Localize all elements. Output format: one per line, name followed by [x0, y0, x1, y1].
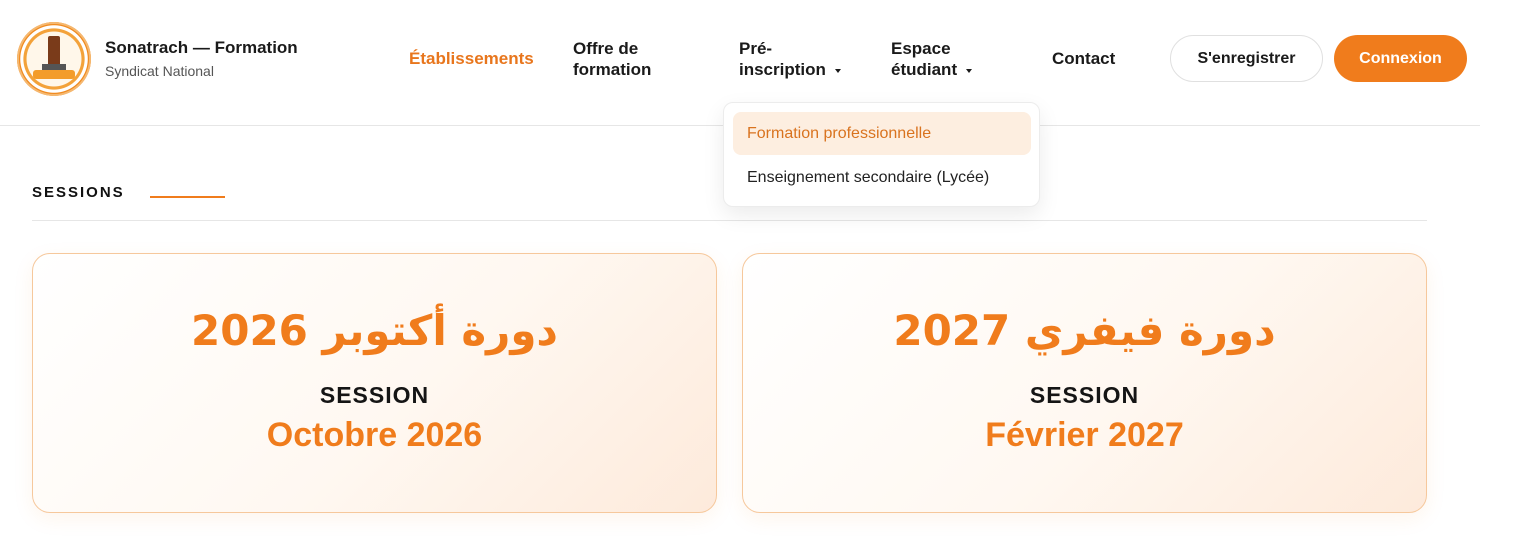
chevron-down-icon	[966, 68, 973, 73]
nav-item-label: Établissements	[409, 49, 534, 68]
emblem-ribbon-shape	[33, 70, 75, 79]
session-card-fevrier-2027[interactable]: دورة فيفري 2027 SESSION Février 2027	[742, 253, 1427, 513]
section-heading-accent-line	[150, 196, 225, 198]
nav-item-label-line1: Pré-	[739, 39, 773, 58]
nav-item-contact[interactable]: Contact	[1052, 48, 1115, 69]
session-arabic-title: دورة فيفري 2027	[893, 306, 1276, 355]
derrick-emblem-shape	[42, 36, 66, 70]
register-button[interactable]: S'enregistrer	[1170, 35, 1323, 82]
session-title: Octobre 2026	[266, 416, 483, 454]
nav-item-label-line1: Espace	[891, 39, 951, 58]
session-card-octobre-2026[interactable]: دورة أكتوبر 2026 SESSION Octobre 2026	[32, 253, 717, 513]
nav-item-pre-inscription[interactable]: Pré- inscription	[739, 38, 841, 80]
sessions-section-heading: SESSIONS	[32, 184, 125, 201]
session-kicker: SESSION	[1029, 382, 1140, 408]
nav-item-espace-etudiant[interactable]: Espace étudiant	[891, 38, 973, 80]
nav-item-etablissements[interactable]: Établissements	[409, 48, 534, 69]
brand-title[interactable]: Sonatrach — Formation	[105, 38, 298, 58]
nav-item-label-line2: inscription	[739, 60, 826, 79]
section-divider	[32, 220, 1427, 221]
syndicate-emblem-icon[interactable]	[17, 22, 91, 96]
login-button[interactable]: Connexion	[1334, 35, 1467, 82]
nav-item-offre-de-formation[interactable]: Offre de formation	[573, 38, 651, 80]
session-kicker: SESSION	[319, 382, 430, 408]
session-arabic-title: دورة أكتوبر 2026	[191, 306, 558, 355]
nav-item-label: Contact	[1052, 49, 1116, 68]
nav-item-label-line2: formation	[573, 60, 652, 79]
pre-inscription-dropdown-menu: Formation professionnelle Enseignement s…	[723, 102, 1040, 207]
chevron-down-icon	[834, 68, 841, 73]
dropdown-item-formation-professionnelle[interactable]: Formation professionnelle	[733, 112, 1031, 155]
nav-item-label-line2: étudiant	[891, 60, 958, 79]
session-title: Février 2027	[985, 416, 1184, 454]
brand-subtitle: Syndicat National	[105, 63, 214, 79]
nav-item-label-line1: Offre de	[573, 39, 639, 58]
dropdown-item-enseignement-secondaire[interactable]: Enseignement secondaire (Lycée)	[733, 156, 1031, 199]
